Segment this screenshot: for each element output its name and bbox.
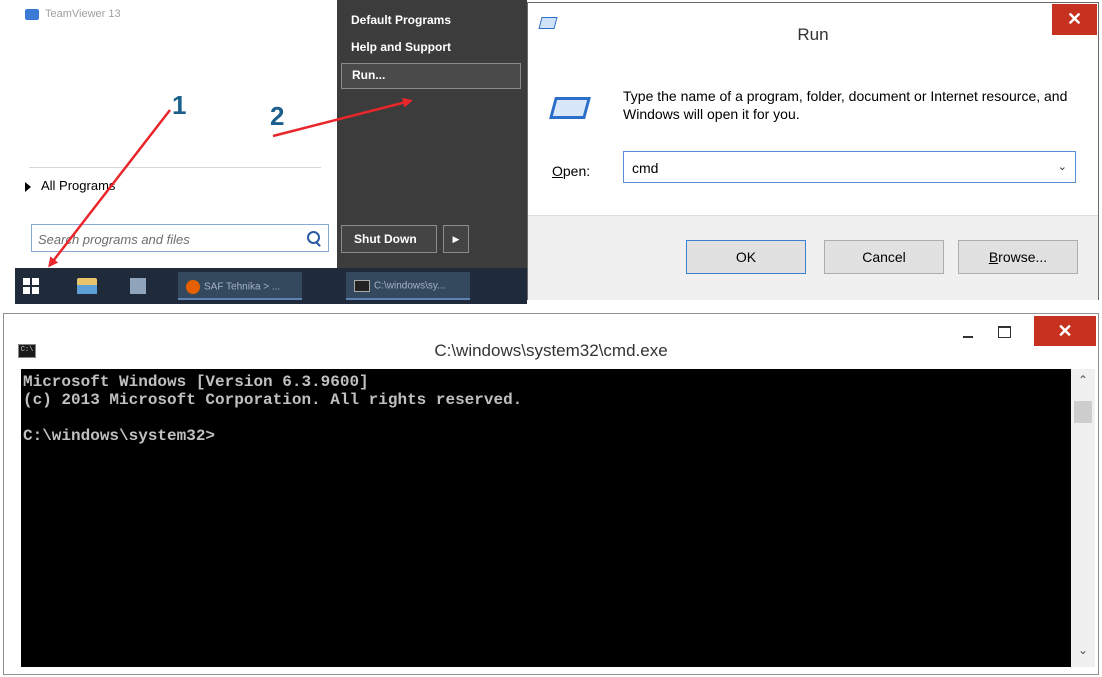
run-program-icon: [549, 97, 591, 119]
start-menu-divider: [29, 167, 321, 168]
shutdown-options-arrow-icon[interactable]: ▶: [443, 225, 469, 253]
maximize-button[interactable]: [989, 318, 1019, 344]
shut-down-button[interactable]: Shut Down: [341, 225, 437, 253]
scroll-down-icon[interactable]: ⌄: [1071, 643, 1095, 663]
run-description: Type the name of a program, folder, docu…: [623, 88, 1068, 122]
firefox-icon: [186, 280, 200, 294]
cmd-titlebar[interactable]: C:\ C:\windows\system32\cmd.exe ✕: [4, 314, 1098, 374]
run-dialog-title: Run: [797, 25, 829, 44]
windows-start-button[interactable]: [23, 278, 39, 294]
cancel-button[interactable]: Cancel: [824, 240, 944, 274]
open-input[interactable]: [630, 156, 1054, 180]
taskbar-item-firefox[interactable]: SAF Tehnika > ...: [178, 272, 302, 300]
taskbar-item-label: SAF Tehnika > ...: [204, 281, 281, 293]
open-label: Open:: [552, 163, 591, 179]
help-and-support-link[interactable]: Help and Support: [351, 40, 451, 54]
scroll-thumb[interactable]: [1074, 401, 1092, 423]
console-icon: [354, 280, 370, 292]
start-search-box[interactable]: [31, 224, 329, 252]
cmd-close-button[interactable]: ✕: [1034, 316, 1096, 346]
run-dialog-titlebar[interactable]: Run ✕: [528, 3, 1098, 45]
expand-triangle-icon: [25, 181, 31, 192]
taskbar-item-label: C:\windows\sy...: [374, 280, 446, 292]
run-dialog: Run ✕ Type the name of a program, folder…: [527, 2, 1099, 300]
ok-button[interactable]: OK: [686, 240, 806, 274]
cmd-vertical-scrollbar[interactable]: ⌃ ⌄: [1071, 369, 1095, 667]
start-menu-item-teamviewer[interactable]: TeamViewer 13: [25, 8, 121, 20]
run-dialog-footer: OK Cancel Browse...: [528, 215, 1098, 300]
file-explorer-taskbar-icon[interactable]: [77, 278, 97, 294]
open-combobox[interactable]: ⌄: [623, 151, 1076, 183]
run-menu-item[interactable]: Run...: [341, 63, 521, 89]
taskbar-item-cmd[interactable]: C:\windows\sy...: [346, 272, 470, 300]
minimize-button[interactable]: [953, 318, 983, 344]
cmd-window-title: C:\windows\system32\cmd.exe: [434, 341, 668, 360]
console-line: Microsoft Windows [Version 6.3.9600]: [23, 373, 369, 391]
browse-button[interactable]: Browse...: [958, 240, 1078, 274]
step-1-label: 1: [172, 90, 187, 120]
app-taskbar-icon[interactable]: [130, 278, 146, 294]
console-line: (c) 2013 Microsoft Corporation. All righ…: [23, 391, 523, 409]
all-programs-label: All Programs: [41, 178, 116, 193]
console-prompt: C:\windows\system32>: [23, 427, 216, 445]
run-close-button[interactable]: ✕: [1052, 4, 1097, 35]
cmd-console-output[interactable]: Microsoft Windows [Version 6.3.9600] (c) …: [21, 369, 1071, 667]
start-menu-left-pane: TeamViewer 13 All Programs: [15, 0, 338, 268]
chevron-down-icon[interactable]: ⌄: [1058, 160, 1067, 173]
scroll-up-icon[interactable]: ⌃: [1071, 373, 1095, 393]
cmd-window: C:\ C:\windows\system32\cmd.exe ✕ Micros…: [3, 313, 1099, 675]
step-2-label: 2: [270, 101, 285, 131]
start-search-input[interactable]: [36, 226, 290, 252]
start-menu-right-pane: Default Programs Help and Support Run...…: [337, 0, 527, 268]
taskbar: SAF Tehnika > ... C:\windows\sy...: [15, 268, 527, 304]
teamviewer-icon: [25, 8, 39, 20]
default-programs-link[interactable]: Default Programs: [351, 13, 451, 27]
all-programs-item[interactable]: All Programs: [25, 178, 115, 193]
search-icon[interactable]: [307, 231, 320, 244]
windows-logo-icon: [23, 278, 30, 285]
teamviewer-label: TeamViewer 13: [45, 8, 121, 20]
